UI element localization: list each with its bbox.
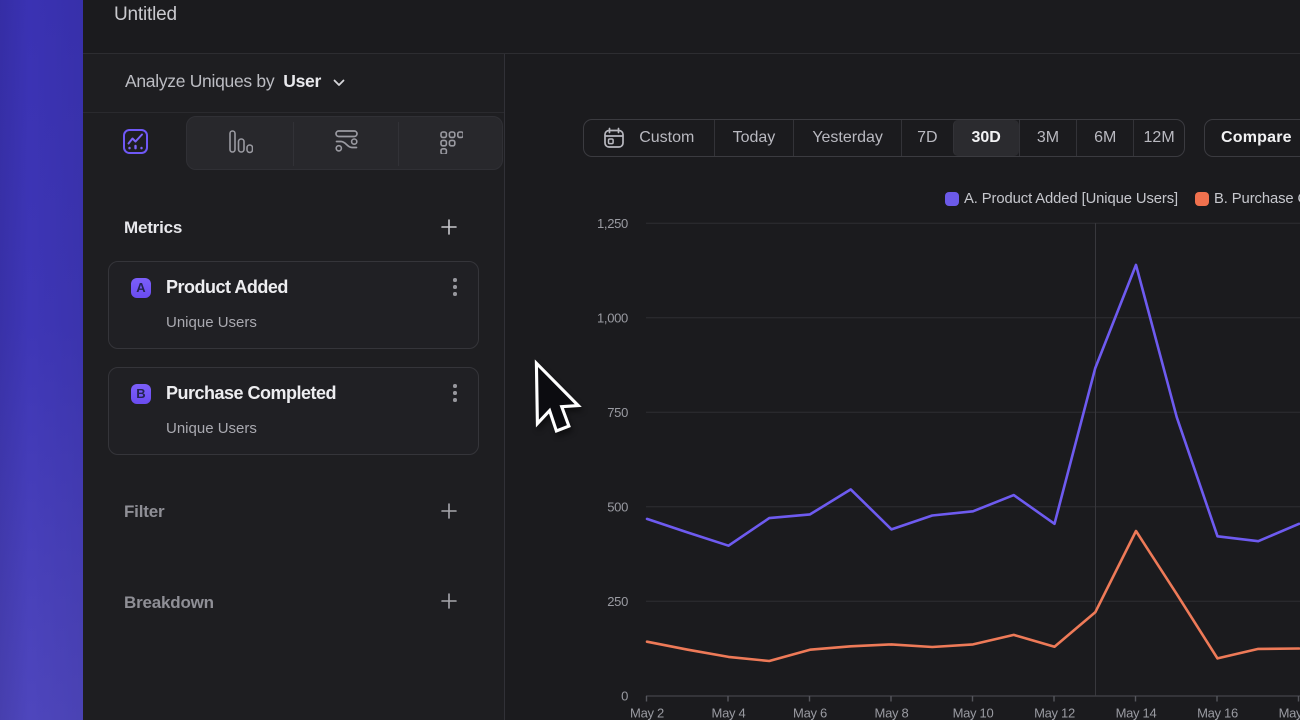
svg-text:May 10: May 10 [953, 706, 994, 720]
svg-text:1,000: 1,000 [597, 310, 628, 325]
svg-text:750: 750 [607, 405, 628, 420]
svg-text:May 8: May 8 [875, 706, 909, 720]
svg-text:May 2: May 2 [630, 706, 664, 720]
svg-text:500: 500 [607, 499, 628, 514]
svg-text:May 14: May 14 [1116, 706, 1157, 720]
svg-text:0: 0 [621, 689, 628, 704]
svg-text:May 18: May 18 [1279, 706, 1300, 720]
svg-text:250: 250 [607, 594, 628, 609]
svg-text:May 16: May 16 [1197, 706, 1238, 720]
svg-text:1,250: 1,250 [597, 216, 628, 231]
svg-text:May 4: May 4 [712, 706, 746, 720]
svg-text:May 6: May 6 [793, 706, 827, 720]
svg-text:May 12: May 12 [1034, 706, 1075, 720]
